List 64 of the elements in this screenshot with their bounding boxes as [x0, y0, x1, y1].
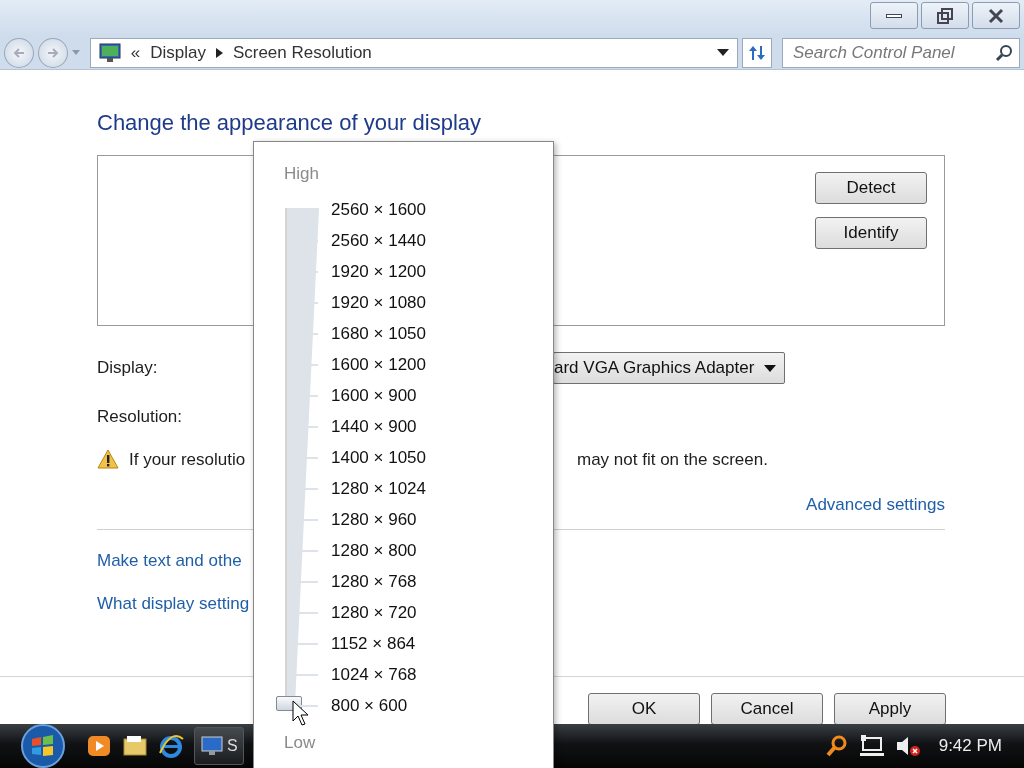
- resolution-option[interactable]: 1920 × 1200: [331, 262, 426, 282]
- dialog-button[interactable]: Apply: [834, 693, 946, 725]
- warning-icon: [97, 449, 119, 470]
- address-bar[interactable]: « Display Screen Resolution: [89, 37, 739, 68]
- dropdown-value: ard VGA Graphics Adapter: [554, 357, 755, 380]
- clock[interactable]: 9:42 PM: [938, 733, 1002, 759]
- page-heading: Change the appearance of your display: [97, 109, 483, 137]
- resolution-option[interactable]: 1440 × 900: [331, 417, 417, 437]
- taskbar-window-button[interactable]: S: [194, 727, 244, 765]
- resolution-option[interactable]: 2560 × 1440: [331, 231, 426, 251]
- dropdown-caret-icon[interactable]: [717, 49, 730, 56]
- taskbar-window-label: S: [227, 736, 238, 756]
- dialog-button[interactable]: OK: [588, 693, 700, 725]
- resolution-option[interactable]: 1680 × 1050: [331, 324, 426, 344]
- refresh-button[interactable]: [742, 37, 772, 68]
- search-field[interactable]: Search Control Panel: [782, 37, 1020, 68]
- preview-button[interactable]: Identify: [815, 217, 927, 249]
- resolution-option[interactable]: 1280 × 800: [331, 541, 417, 561]
- resolution-option[interactable]: 1600 × 900: [331, 386, 417, 406]
- high-label: High: [284, 163, 319, 185]
- resolution-option[interactable]: 1280 × 768: [331, 572, 417, 592]
- muted-speaker-icon[interactable]: [894, 734, 921, 758]
- resolution-option[interactable]: 1280 × 1024: [331, 479, 426, 499]
- monitor-icon: [98, 42, 121, 63]
- low-label: Low: [284, 732, 316, 754]
- resolution-option[interactable]: 1280 × 720: [331, 603, 417, 623]
- resolution-option[interactable]: 800 × 600: [331, 696, 408, 716]
- resolution-option[interactable]: 1024 × 768: [331, 665, 417, 685]
- resolution-option[interactable]: 1920 × 1080: [331, 293, 426, 313]
- dialog-button[interactable]: Cancel: [711, 693, 823, 725]
- network-icon[interactable]: [858, 734, 885, 758]
- warning-text: If your resolutio: [129, 448, 247, 471]
- caret-icon: [764, 364, 777, 372]
- maximize-icon: [936, 6, 954, 25]
- monitor-icon: [201, 736, 223, 756]
- advanced-settings-link[interactable]: Advanced settings: [806, 492, 945, 518]
- preview-button[interactable]: Detect: [815, 172, 927, 204]
- display-dropdown[interactable]: ard VGA Graphics Adapter: [553, 352, 786, 384]
- maximize-button[interactable]: [921, 2, 969, 29]
- resolution-option[interactable]: 1400 × 1050: [331, 448, 426, 468]
- close-icon: [987, 6, 1005, 25]
- resolution-option[interactable]: 1152 × 864: [331, 634, 416, 654]
- close-button[interactable]: [972, 2, 1020, 29]
- search-icon[interactable]: [824, 734, 849, 758]
- mouse-pointer-icon[interactable]: [292, 700, 310, 726]
- resolution-option[interactable]: 1280 × 960: [331, 510, 417, 530]
- display-label: Display:: [97, 357, 158, 380]
- browser-e-icon[interactable]: [158, 733, 184, 759]
- help-link[interactable]: Make text and othe: [97, 547, 242, 573]
- help-link[interactable]: What display setting: [97, 591, 250, 617]
- resolution-option[interactable]: 2560 × 1600: [331, 200, 426, 220]
- breadcrumb-item[interactable]: Display: [150, 39, 206, 66]
- breadcrumb-item[interactable]: Screen Resolution: [232, 39, 372, 66]
- folder-icon[interactable]: [122, 733, 148, 759]
- warning-text: may not fit on the screen.: [577, 448, 768, 471]
- resolution-label: Resolution:: [97, 406, 183, 428]
- media-player-icon[interactable]: [86, 733, 112, 759]
- search-icon: [995, 43, 1013, 62]
- breadcrumb-overflow[interactable]: «: [130, 39, 141, 66]
- refresh-icon: [747, 43, 768, 62]
- minimize-button[interactable]: [870, 2, 918, 29]
- resolution-option[interactable]: 1600 × 1200: [331, 355, 426, 375]
- separator-arrow-icon[interactable]: [215, 47, 223, 58]
- minimize-icon: [886, 13, 902, 18]
